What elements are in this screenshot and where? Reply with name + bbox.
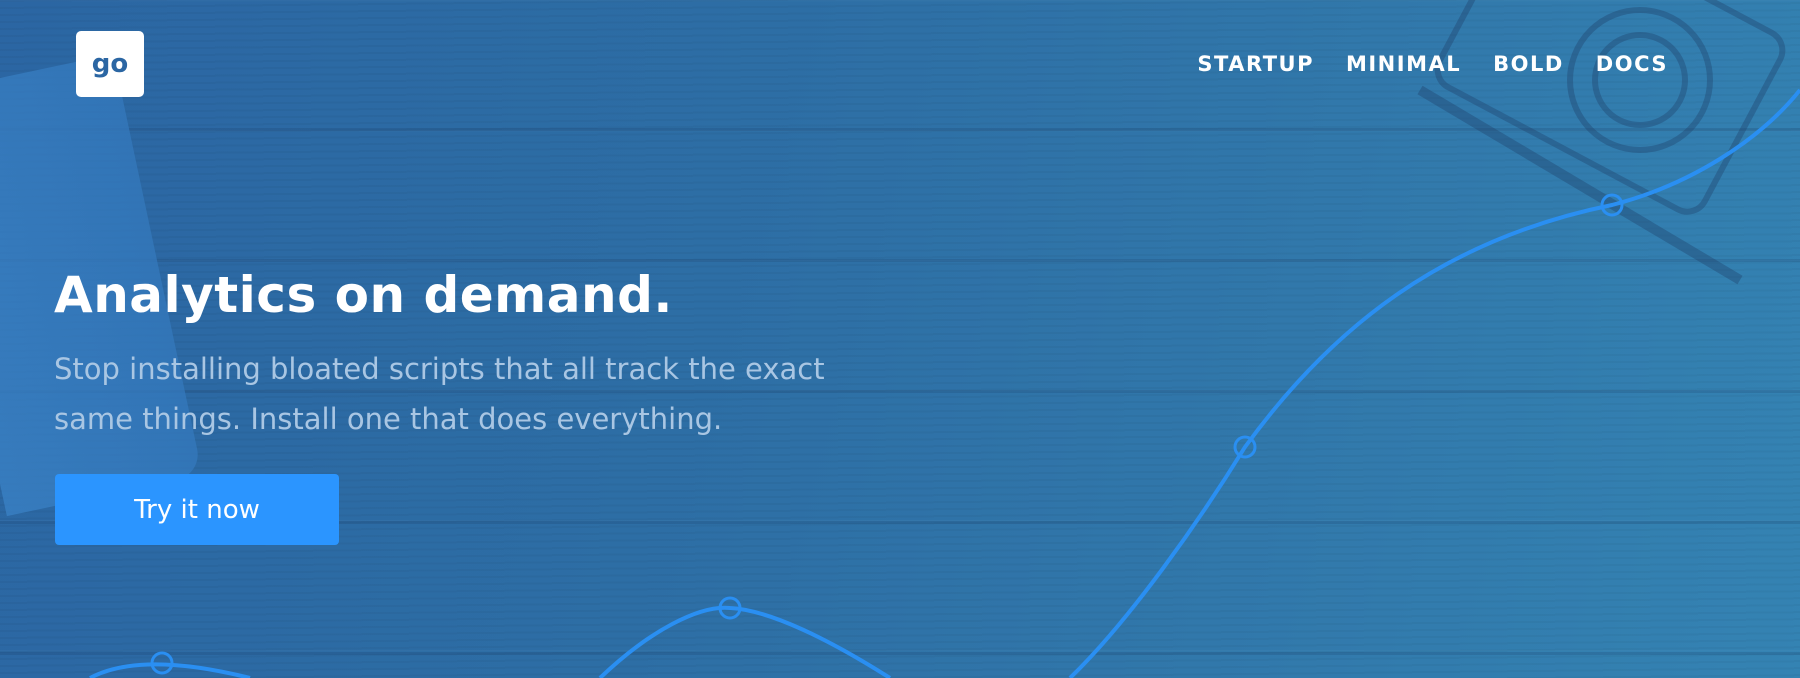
- page-title: Analytics on demand.: [54, 266, 673, 324]
- nav-item-docs[interactable]: DOCS: [1596, 52, 1668, 76]
- top-navigation: STARTUP MINIMAL BOLD DOCS: [1197, 52, 1668, 76]
- nav-item-bold[interactable]: BOLD: [1493, 52, 1564, 76]
- hero-subtitle: Stop installing bloated scripts that all…: [54, 352, 825, 436]
- nav-item-startup[interactable]: STARTUP: [1197, 52, 1314, 76]
- analytics-curve: [89, 88, 1800, 678]
- hero-background: [0, 0, 1800, 678]
- try-it-now-button[interactable]: Try it now: [55, 474, 339, 545]
- logo[interactable]: go: [76, 31, 144, 97]
- nav-item-minimal[interactable]: MINIMAL: [1346, 52, 1461, 76]
